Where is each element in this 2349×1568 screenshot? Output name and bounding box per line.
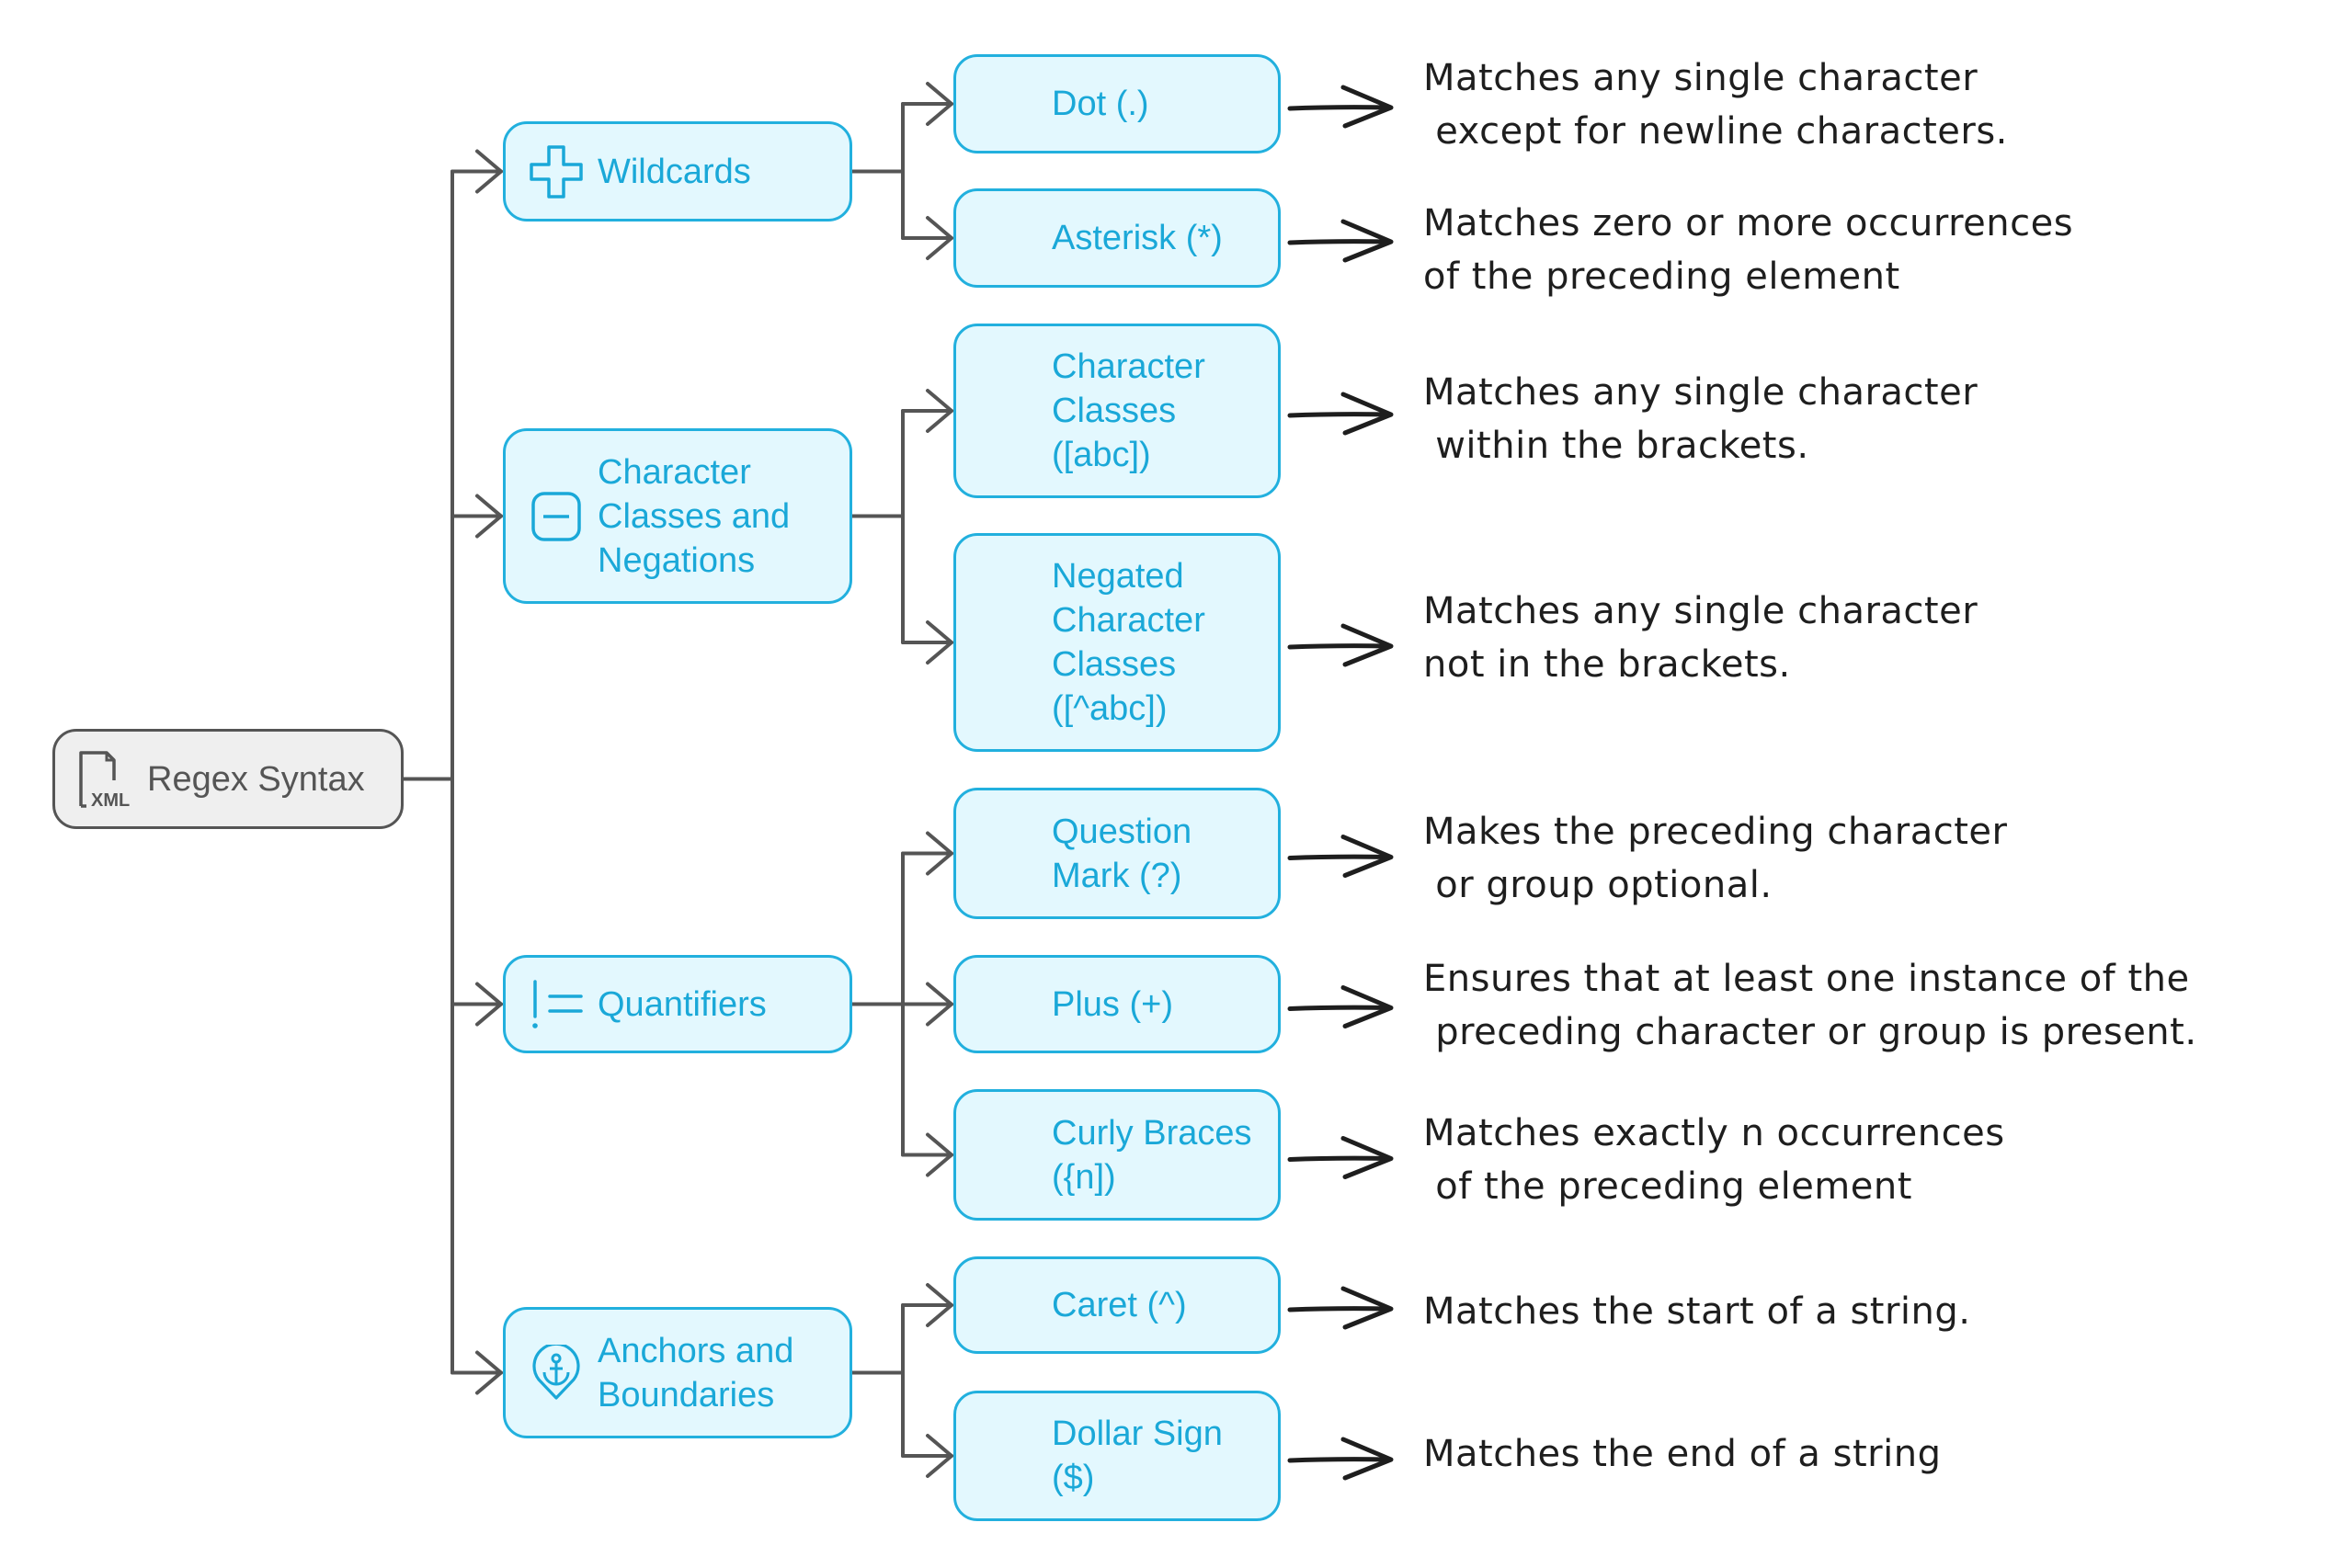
anchor-pin-icon	[532, 1344, 580, 1400]
syntax-node-asterisk[interactable]: Asterisk (*)	[953, 188, 1281, 288]
category-label: Anchors and Boundaries	[598, 1331, 794, 1415]
syntax-node-dot[interactable]: Dot (.)	[953, 54, 1281, 153]
syntax-label: Character Classes ([abc])	[1052, 347, 1205, 474]
description-curly-braces: Matches exactly n occurrences of the pre…	[1423, 1112, 2005, 1208]
category-label: Character Classes and Negations	[598, 452, 791, 580]
description-arrow	[1287, 239, 1392, 245]
minus-square-icon	[531, 491, 581, 541]
description-dollar-sign: Matches the end of a string	[1423, 1433, 1942, 1475]
syntax-label: Caret (^)	[1052, 1286, 1187, 1324]
syntax-label: Asterisk (*)	[1052, 219, 1223, 257]
category-label: Wildcards	[598, 152, 751, 191]
svg-text:XML: XML	[91, 790, 130, 810]
category-node-wildcards[interactable]: Wildcards	[503, 121, 852, 222]
syntax-node-dollar-sign[interactable]: Dollar Sign ($)	[953, 1391, 1281, 1521]
syntax-node-caret[interactable]: Caret (^)	[953, 1256, 1281, 1354]
description-character-classes: Matches any single character within the …	[1423, 371, 1978, 467]
description-negated-character-classes: Matches any single character not in the …	[1423, 590, 1978, 686]
category-node-anchors[interactable]: Anchors and Boundaries	[503, 1307, 852, 1438]
category-label: Quantifiers	[598, 984, 767, 1024]
syntax-label: Plus (+)	[1052, 984, 1173, 1024]
syntax-node-negated-character-classes[interactable]: Negated Character Classes ([^abc])	[953, 533, 1281, 752]
description-arrow	[1287, 643, 1392, 650]
description-question-mark: Makes the preceding character or group o…	[1423, 811, 2008, 906]
exclamation-equals-icon	[532, 979, 583, 1028]
description-asterisk: Matches zero or more occurrences of the …	[1423, 202, 2074, 298]
mind-map-canvas: XML Regex Syntax Wildcards Character Cla…	[0, 0, 2349, 1568]
syntax-label: Dot (.)	[1052, 85, 1149, 123]
root-node[interactable]: XML Regex Syntax	[52, 729, 404, 829]
description-arrow	[1287, 1306, 1392, 1312]
syntax-label: Question Mark (?)	[1052, 812, 1192, 895]
description-arrow	[1287, 1155, 1392, 1162]
category-node-character-classes[interactable]: Character Classes and Negations	[503, 428, 852, 604]
plus-outline-icon	[530, 144, 583, 199]
description-caret: Matches the start of a string.	[1423, 1290, 1971, 1333]
syntax-node-character-classes[interactable]: Character Classes ([abc])	[953, 324, 1281, 498]
root-label: Regex Syntax	[147, 759, 365, 799]
syntax-node-question-mark[interactable]: Question Mark (?)	[953, 788, 1281, 919]
category-node-quantifiers[interactable]: Quantifiers	[503, 955, 852, 1053]
syntax-node-curly-braces[interactable]: Curly Braces ({n])	[953, 1089, 1281, 1221]
syntax-label: Dollar Sign ($)	[1052, 1415, 1223, 1497]
syntax-node-plus[interactable]: Plus (+)	[953, 955, 1281, 1053]
description-arrow	[1287, 1005, 1392, 1011]
syntax-label: Curly Braces ({n])	[1052, 1113, 1252, 1197]
description-plus: Ensures that at least one instance of th…	[1423, 958, 2197, 1053]
xml-file-icon: XML	[79, 750, 130, 810]
description-dot: Matches any single character except for …	[1423, 57, 2008, 153]
description-arrow	[1287, 854, 1392, 860]
syntax-label: Negated Character Classes ([^abc])	[1052, 557, 1205, 728]
